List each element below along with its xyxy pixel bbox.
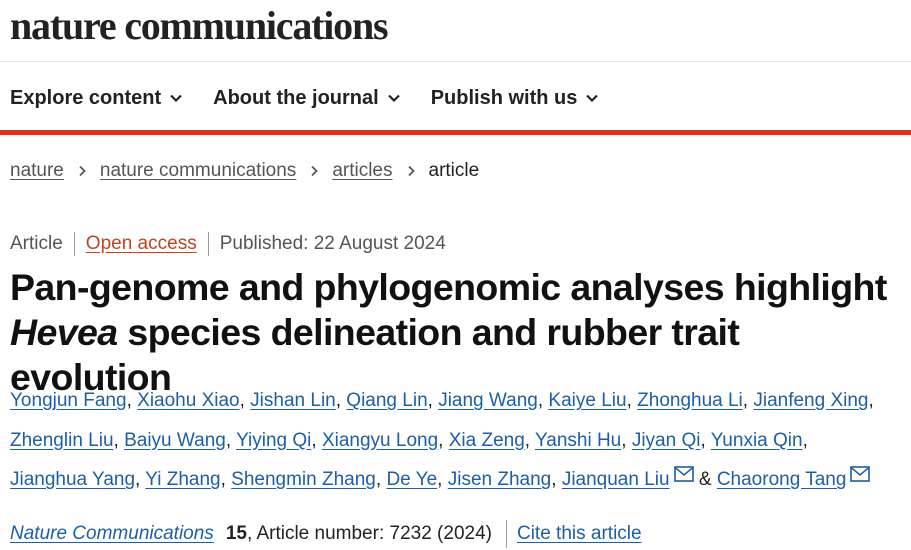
author-link[interactable]: Yunxia Qin — [711, 430, 803, 451]
breadcrumb-articles[interactable]: articles — [332, 160, 392, 182]
author-link[interactable]: Jianghua Yang — [10, 469, 135, 490]
citation-divider — [505, 520, 507, 548]
author-link[interactable]: De Ye — [386, 469, 437, 490]
nav-label: About the journal — [213, 86, 379, 109]
citation-line: Nature Communications 15 , Article numbe… — [10, 520, 642, 548]
nav-label: Publish with us — [430, 86, 578, 109]
author-link[interactable]: Jianfeng Xing — [753, 390, 868, 411]
author-link[interactable]: Zhenglin Liu — [10, 430, 114, 451]
author-link[interactable]: Chaorong Tang — [717, 469, 847, 490]
author-link[interactable]: Jianquan Liu — [562, 469, 670, 490]
accent-bar — [0, 130, 911, 135]
author-link[interactable]: Jishan Lin — [250, 390, 336, 411]
journal-logo[interactable]: nature communications — [10, 2, 389, 50]
mail-icon[interactable] — [850, 466, 871, 482]
nav-explore-content[interactable]: Explore content — [10, 87, 183, 110]
author-link[interactable]: Baiyu Wang — [124, 430, 226, 451]
author-link[interactable]: Yongjun Fang — [10, 390, 127, 411]
chevron-down-icon — [170, 94, 182, 103]
header-divider — [0, 61, 911, 62]
main-nav: Explore content About the journal Publis… — [10, 78, 629, 118]
open-access-link[interactable]: Open access — [86, 233, 197, 255]
nav-publish-with-us[interactable]: Publish with us — [431, 87, 600, 110]
author-link[interactable]: Yanshi Hu — [535, 430, 621, 451]
author-link[interactable]: Xia Zeng — [449, 430, 525, 451]
journal-link[interactable]: Nature Communications — [10, 523, 214, 545]
author-link[interactable]: Yi Zhang — [145, 469, 220, 490]
nav-label: Explore content — [10, 86, 162, 109]
author-link[interactable]: Qiang Lin — [346, 390, 427, 411]
author-link[interactable]: Shengmin Zhang — [231, 469, 376, 490]
chevron-right-icon — [79, 165, 86, 177]
article-type: Article — [10, 233, 63, 254]
author-list: Yongjun Fang, Xiaohu Xiao, Jishan Lin, Q… — [10, 390, 874, 490]
cite-this-article-link[interactable]: Cite this article — [517, 523, 642, 545]
author-link[interactable]: Xiangyu Long — [322, 430, 438, 451]
author-link[interactable]: Zhonghua Li — [637, 390, 743, 411]
chevron-down-icon — [387, 94, 400, 103]
title-text-1: Pan-genome and phylogenomic analyses hig… — [10, 266, 887, 308]
author-link[interactable]: Jiyan Qi — [632, 430, 701, 451]
meta-divider — [73, 232, 75, 256]
author-link[interactable]: Jiang Wang — [438, 390, 538, 411]
author-link[interactable]: Kaiye Liu — [548, 390, 626, 411]
breadcrumb-nature-communications[interactable]: nature communications — [100, 160, 296, 182]
mail-icon[interactable] — [673, 466, 694, 482]
author-link[interactable]: Jisen Zhang — [448, 469, 552, 490]
chevron-right-icon — [407, 165, 415, 177]
published-date: Published: 22 August 2024 — [219, 233, 446, 254]
nav-about-journal[interactable]: About the journal — [213, 87, 401, 110]
author-link[interactable]: Xiaohu Xiao — [137, 390, 239, 411]
article-meta: Article Open access Published: 22 August… — [10, 232, 446, 256]
article-title: Pan-genome and phylogenomic analyses hig… — [10, 265, 910, 400]
chevron-right-icon — [311, 165, 319, 177]
meta-divider — [207, 232, 209, 256]
breadcrumb: nature nature communications articles ar… — [10, 160, 479, 182]
author-link[interactable]: Yiying Qi — [236, 430, 311, 451]
breadcrumb-current: article — [428, 160, 480, 181]
chevron-down-icon — [586, 94, 599, 103]
title-italic-genus: Hevea — [10, 311, 118, 353]
masthead: nature communications — [10, 2, 389, 52]
ampersand: & — [698, 469, 712, 490]
article-number: , Article number: 7232 (2024) — [246, 523, 492, 544]
breadcrumb-nature[interactable]: nature — [10, 160, 64, 182]
volume-number: 15 — [225, 523, 247, 544]
